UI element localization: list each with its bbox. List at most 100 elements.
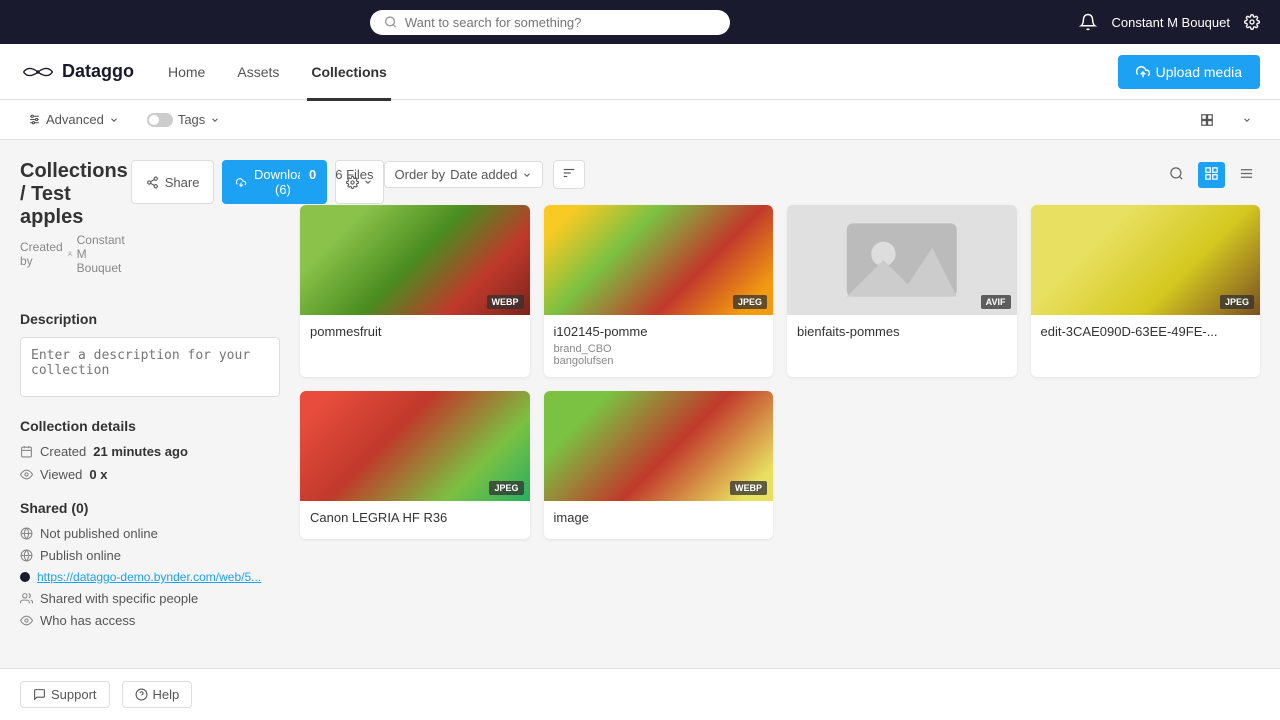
upload-icon: [1136, 65, 1150, 79]
created-value: 21 minutes ago: [93, 444, 188, 459]
sliders-icon: [28, 113, 41, 126]
publish-online-item[interactable]: Publish online: [20, 548, 280, 563]
who-access-label: Who has access: [40, 613, 135, 628]
description-section-title: Description: [20, 311, 280, 327]
shared-specific-label: Shared with specific people: [40, 591, 198, 606]
search-icon: [384, 15, 397, 29]
share-button[interactable]: Share: [131, 160, 215, 204]
toggle-icon: [147, 113, 173, 127]
media-thumbnail: JPEG: [300, 391, 530, 501]
globe-icon: [20, 549, 33, 562]
format-badge: JPEG: [1220, 295, 1254, 309]
list-view-button[interactable]: [1233, 162, 1260, 188]
media-thumbnail: WEBP: [300, 205, 530, 315]
count-badge: 0: [300, 164, 325, 185]
user-name: Constant M Bouquet: [1111, 15, 1230, 30]
dropdown-view-button[interactable]: [1234, 111, 1260, 129]
format-badge: JPEG: [733, 295, 767, 309]
nav-assets[interactable]: Assets: [233, 64, 283, 80]
chat-icon: [33, 688, 46, 701]
support-button[interactable]: Support: [20, 681, 110, 708]
advanced-label: Advanced: [46, 112, 104, 127]
grid-square-icon: [1200, 113, 1214, 127]
viewed-value: 0 x: [89, 467, 107, 482]
shared-specific-item: Shared with specific people: [20, 591, 280, 606]
created-by-user: Constant M Bouquet: [77, 233, 131, 275]
media-thumbnail: AVIF: [787, 205, 1017, 315]
sort-icon-button[interactable]: [553, 160, 585, 189]
settings-icon[interactable]: [1244, 14, 1260, 30]
tags-chevron-icon: [210, 115, 220, 125]
viewed-detail: Viewed 0 x: [20, 467, 280, 482]
help-button[interactable]: Help: [122, 681, 193, 708]
shared-title: Shared (0): [20, 500, 280, 516]
media-name: Canon LEGRIA HF R36: [310, 510, 520, 525]
order-value: Date added: [450, 167, 517, 182]
chevron-down-view-icon: [1242, 115, 1252, 125]
grid-view-button[interactable]: [1198, 162, 1225, 188]
who-access-item: Who has access: [20, 613, 280, 628]
format-badge: WEBP: [487, 295, 524, 309]
shared-section: Shared (0) Not published online Publish …: [20, 500, 280, 628]
content-area: 0 6 Files Order by Date added: [300, 160, 1260, 649]
media-card[interactable]: JPEG i102145-pomme brand_CBObangolufsen: [544, 205, 774, 377]
nav-collections[interactable]: Collections: [307, 64, 390, 80]
logo-icon: [20, 62, 56, 82]
media-thumbnail: JPEG: [544, 205, 774, 315]
media-thumbnail: WEBP: [544, 391, 774, 501]
order-label: Order by: [395, 167, 446, 182]
media-meta: brand_CBObangolufsen: [554, 343, 764, 367]
media-info: bienfaits-pommes: [787, 315, 1017, 353]
media-card[interactable]: WEBP image: [544, 391, 774, 539]
share-icon: [146, 176, 159, 189]
collection-details-title: Collection details: [20, 418, 280, 434]
media-info: pommesfruit: [300, 315, 530, 353]
order-button[interactable]: Order by Date added: [384, 161, 544, 188]
format-badge: WEBP: [730, 481, 767, 495]
media-info: edit-3CAE090D-63EE-49FE-...: [1031, 315, 1261, 353]
tags-label: Tags: [178, 112, 205, 127]
files-label: 6 Files: [335, 167, 373, 182]
media-card[interactable]: WEBP pommesfruit: [300, 205, 530, 377]
user-icon: [67, 248, 73, 260]
media-card[interactable]: JPEG edit-3CAE090D-63EE-49FE-...: [1031, 205, 1261, 377]
support-label: Support: [51, 687, 97, 702]
footer: Support Help: [0, 668, 1280, 720]
bell-icon: [1079, 13, 1097, 31]
media-card[interactable]: JPEG Canon LEGRIA HF R36: [300, 391, 530, 539]
search-bar[interactable]: [370, 10, 730, 35]
media-card[interactable]: AVIF bienfaits-pommes: [787, 205, 1017, 377]
nav-left: Dataggo Home Assets Collections: [20, 61, 391, 82]
media-info: image: [544, 501, 774, 539]
nav-links: Home Assets Collections: [164, 64, 391, 80]
advanced-button[interactable]: Advanced: [20, 108, 127, 131]
content-toolbar-right: [1163, 162, 1260, 188]
view-options-button[interactable]: [1192, 109, 1222, 131]
content-toolbar: 0 6 Files Order by Date added: [300, 160, 1260, 189]
dot-icon: [20, 572, 30, 582]
content-toolbar-left: 0 6 Files Order by Date added: [300, 160, 585, 189]
tags-button[interactable]: Tags: [139, 108, 228, 131]
chevron-down-icon: [109, 115, 119, 125]
logo[interactable]: Dataggo: [20, 61, 134, 82]
share-url-link[interactable]: https://dataggo-demo.bynder.com/web/5...: [37, 570, 261, 584]
nav-home[interactable]: Home: [164, 64, 209, 80]
collection-details-section: Collection details Created 21 minutes ag…: [20, 418, 280, 482]
media-name: image: [554, 510, 764, 525]
media-info: Canon LEGRIA HF R36: [300, 501, 530, 539]
search-content-button[interactable]: [1163, 162, 1190, 188]
upload-button[interactable]: Upload media: [1118, 55, 1260, 89]
viewed-label: Viewed: [40, 467, 82, 482]
nav-bar: Dataggo Home Assets Collections Upload m…: [0, 44, 1280, 100]
publish-online-label: Publish online: [40, 548, 121, 563]
page-header: Collections / Test apples Created by Con…: [20, 160, 280, 295]
description-input[interactable]: [20, 337, 280, 397]
media-name: edit-3CAE090D-63EE-49FE-...: [1041, 324, 1251, 339]
search-input[interactable]: [405, 15, 716, 30]
media-grid: WEBP pommesfruit JPEG i102145-pomme bran…: [300, 205, 1260, 539]
list-view-icon: [1239, 166, 1254, 181]
page-title: Collections / Test apples: [20, 160, 131, 229]
media-name: i102145-pomme: [554, 324, 764, 339]
created-label: Created: [40, 444, 86, 459]
help-icon: [135, 688, 148, 701]
